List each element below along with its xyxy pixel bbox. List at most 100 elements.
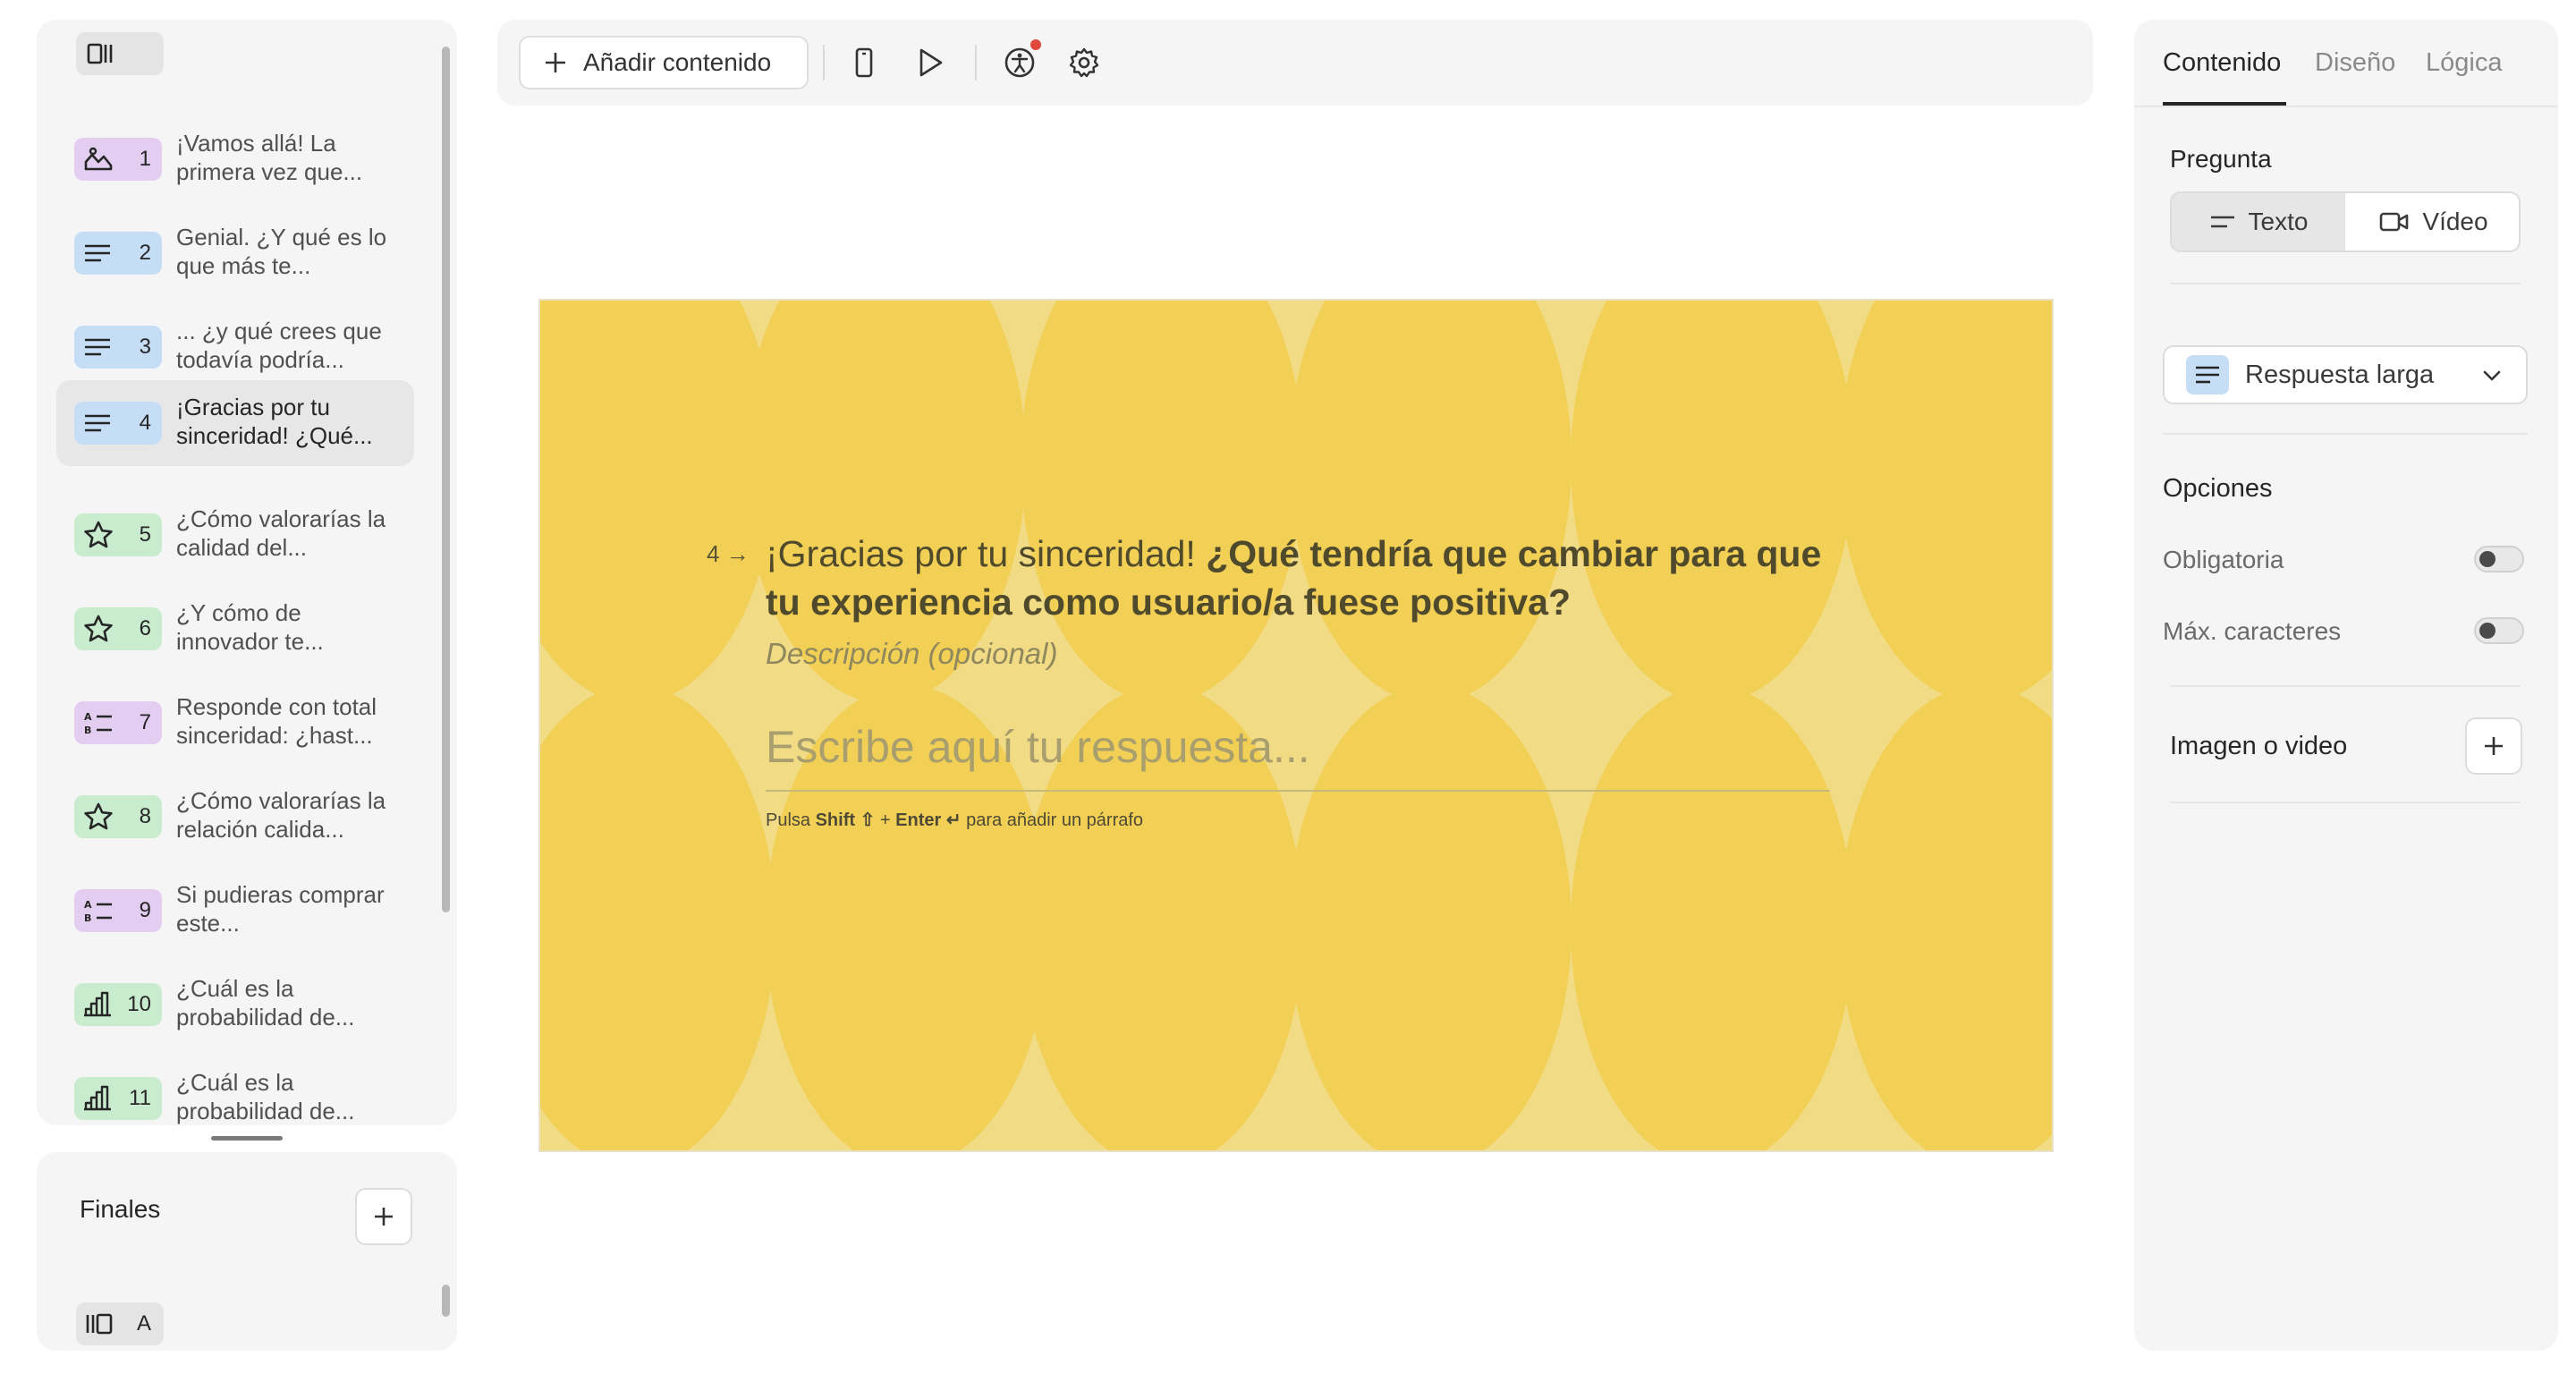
question-item-3[interactable]: 3 ... ¿y qué crees que todavía podría... <box>56 304 414 390</box>
question-badge: 3 <box>74 326 162 369</box>
question-number: 10 <box>127 992 151 1016</box>
question-badge: 2 <box>74 232 162 275</box>
question-item-8[interactable]: 8 ¿Cómo valorarías la relación calida... <box>56 774 414 860</box>
plus-icon <box>375 1208 393 1226</box>
plus-icon <box>546 53 565 72</box>
plus-icon <box>2485 737 2503 755</box>
question-item-1[interactable]: 1 ¡Vamos allá! La primera vez que... <box>56 116 414 202</box>
endings-panel: Finales A <box>37 1152 457 1351</box>
question-item-7[interactable]: AB 7 Responde con total sinceridad: ¿has… <box>56 680 414 766</box>
question-badge: 10 <box>74 983 162 1026</box>
notification-dot <box>1030 39 1041 50</box>
video-camera-icon <box>2380 212 2409 232</box>
mobile-preview-button[interactable] <box>843 41 886 84</box>
answer-type-label: Respuesta larga <box>2245 360 2435 389</box>
ending-item-a[interactable]: A <box>76 1302 164 1345</box>
question-number-indicator: 4 → <box>707 540 750 568</box>
tab-diseno[interactable]: Diseño <box>2315 48 2395 78</box>
welcome-chip[interactable] <box>76 32 164 75</box>
question-text: ¿Y cómo de innovador te... <box>176 599 324 655</box>
question-item-10[interactable]: 10 ¿Cuál es la probabilidad de... <box>56 962 414 1047</box>
question-badge: 6 <box>74 607 162 650</box>
gear-icon <box>1069 47 1099 78</box>
endings-title: Finales <box>80 1195 161 1223</box>
svg-text:A: A <box>84 899 92 911</box>
arrow-right-icon: → <box>725 540 750 567</box>
welcome-screen-icon <box>84 147 113 171</box>
preview-play-button[interactable] <box>909 41 952 84</box>
scale-icon <box>84 1085 111 1111</box>
question-title[interactable]: ¡Gracias por tu sinceridad! ¿Qué tendría… <box>766 530 1866 626</box>
hint-prefix: Pulsa <box>766 810 816 830</box>
active-tab-indicator <box>2163 102 2286 106</box>
max-characters-toggle[interactable] <box>2474 617 2524 644</box>
question-text: ¿Cuál es la probabilidad de... <box>176 975 355 1030</box>
toggle-knob <box>2479 551 2496 567</box>
properties-panel: Contenido Diseño Lógica Pregunta Texto V… <box>2134 20 2558 1351</box>
format-text-option[interactable]: Texto <box>2172 193 2345 250</box>
question-badge: 11 <box>74 1077 162 1120</box>
answer-input[interactable]: Escribe aquí tu respuesta... <box>766 721 1830 772</box>
hint-suffix: para añadir un párrafo <box>961 810 1144 830</box>
format-video-option[interactable]: Vídeo <box>2347 193 2519 250</box>
long-text-icon <box>2196 366 2219 384</box>
star-icon <box>84 802 113 830</box>
question-badge: 1 <box>74 138 162 181</box>
add-ending-button[interactable] <box>355 1188 412 1245</box>
required-toggle[interactable] <box>2474 546 2524 572</box>
add-content-label: Añadir contenido <box>583 48 772 76</box>
answer-type-badge <box>2186 355 2229 394</box>
answer-type-select[interactable]: Respuesta larga <box>2163 345 2528 404</box>
hint-enter-key: Enter ↵ <box>895 810 962 830</box>
question-text: ¿Cuál es la probabilidad de... <box>176 1069 355 1124</box>
question-text: ¡Vamos allá! La primera vez que... <box>176 130 363 185</box>
question-text: Si pudieras comprar este... <box>176 881 385 937</box>
mobile-icon <box>855 47 873 78</box>
question-list-scrollbar[interactable] <box>442 47 450 912</box>
question-item-11[interactable]: 11 ¿Cuál es la probabilidad de... <box>56 1056 414 1125</box>
question-text: ... ¿y qué crees que todavía podría... <box>176 318 382 373</box>
question-item-5[interactable]: 5 ¿Cómo valorarías la calidad del... <box>56 492 414 578</box>
question-text: ¿Cómo valorarías la relación calida... <box>176 787 386 843</box>
panel-resize-handle[interactable] <box>211 1136 283 1141</box>
question-badge: 5 <box>74 513 162 556</box>
required-label: Obligatoria <box>2163 546 2284 573</box>
question-number: 7 <box>139 710 151 734</box>
long-text-icon <box>85 338 110 356</box>
tab-logica[interactable]: Lógica <box>2426 48 2502 78</box>
canvas-question-number: 4 <box>707 540 720 567</box>
question-number: 3 <box>139 335 151 359</box>
scale-icon <box>84 991 111 1017</box>
tab-contenido[interactable]: Contenido <box>2163 48 2281 78</box>
svg-text:A: A <box>84 711 92 723</box>
question-number: 5 <box>139 522 151 547</box>
question-text: Genial. ¿Y qué es lo que más te... <box>176 224 387 279</box>
question-item-6[interactable]: 6 ¿Y cómo de innovador te... <box>56 586 414 672</box>
question-item-9[interactable]: AB 9 Si pudieras comprar este... <box>56 868 414 954</box>
hint-shift-key: Shift ⇧ <box>815 810 876 830</box>
question-item-2[interactable]: 2 Genial. ¿Y qué es lo que más te... <box>56 210 414 296</box>
question-description[interactable]: Descripción (opcional) <box>766 637 1057 671</box>
ending-screen-icon <box>86 1313 113 1335</box>
settings-button[interactable] <box>1063 41 1106 84</box>
add-content-button[interactable]: Añadir contenido <box>519 36 809 89</box>
question-format-toggle: Texto Vídeo <box>2170 191 2521 252</box>
section-divider <box>2163 433 2528 435</box>
star-icon <box>84 615 113 642</box>
question-preview-canvas: 4 → ¡Gracias por tu sinceridad! ¿Qué ten… <box>538 299 2054 1152</box>
question-list-panel: 1 ¡Vamos allá! La primera vez que... 2 G… <box>37 20 457 1125</box>
question-number: 11 <box>129 1086 151 1110</box>
add-media-button[interactable] <box>2465 717 2522 775</box>
section-divider <box>2170 685 2521 687</box>
paragraph-hint: Pulsa Shift ⇧ + Enter ↵ para añadir un p… <box>766 809 1143 831</box>
media-section-label: Imagen o video <box>2170 732 2348 760</box>
toolbar-divider <box>975 45 977 81</box>
endings-scrollbar[interactable] <box>442 1285 450 1317</box>
ending-label: A <box>136 1311 151 1336</box>
hint-plus: + <box>875 810 896 830</box>
question-number: 4 <box>139 411 151 435</box>
chevron-down-icon <box>2483 370 2501 381</box>
question-badge: 8 <box>74 795 162 838</box>
toggle-knob <box>2479 623 2496 639</box>
question-item-4[interactable]: 4 ¡Gracias por tu sinceridad! ¿Qué... <box>56 380 414 466</box>
